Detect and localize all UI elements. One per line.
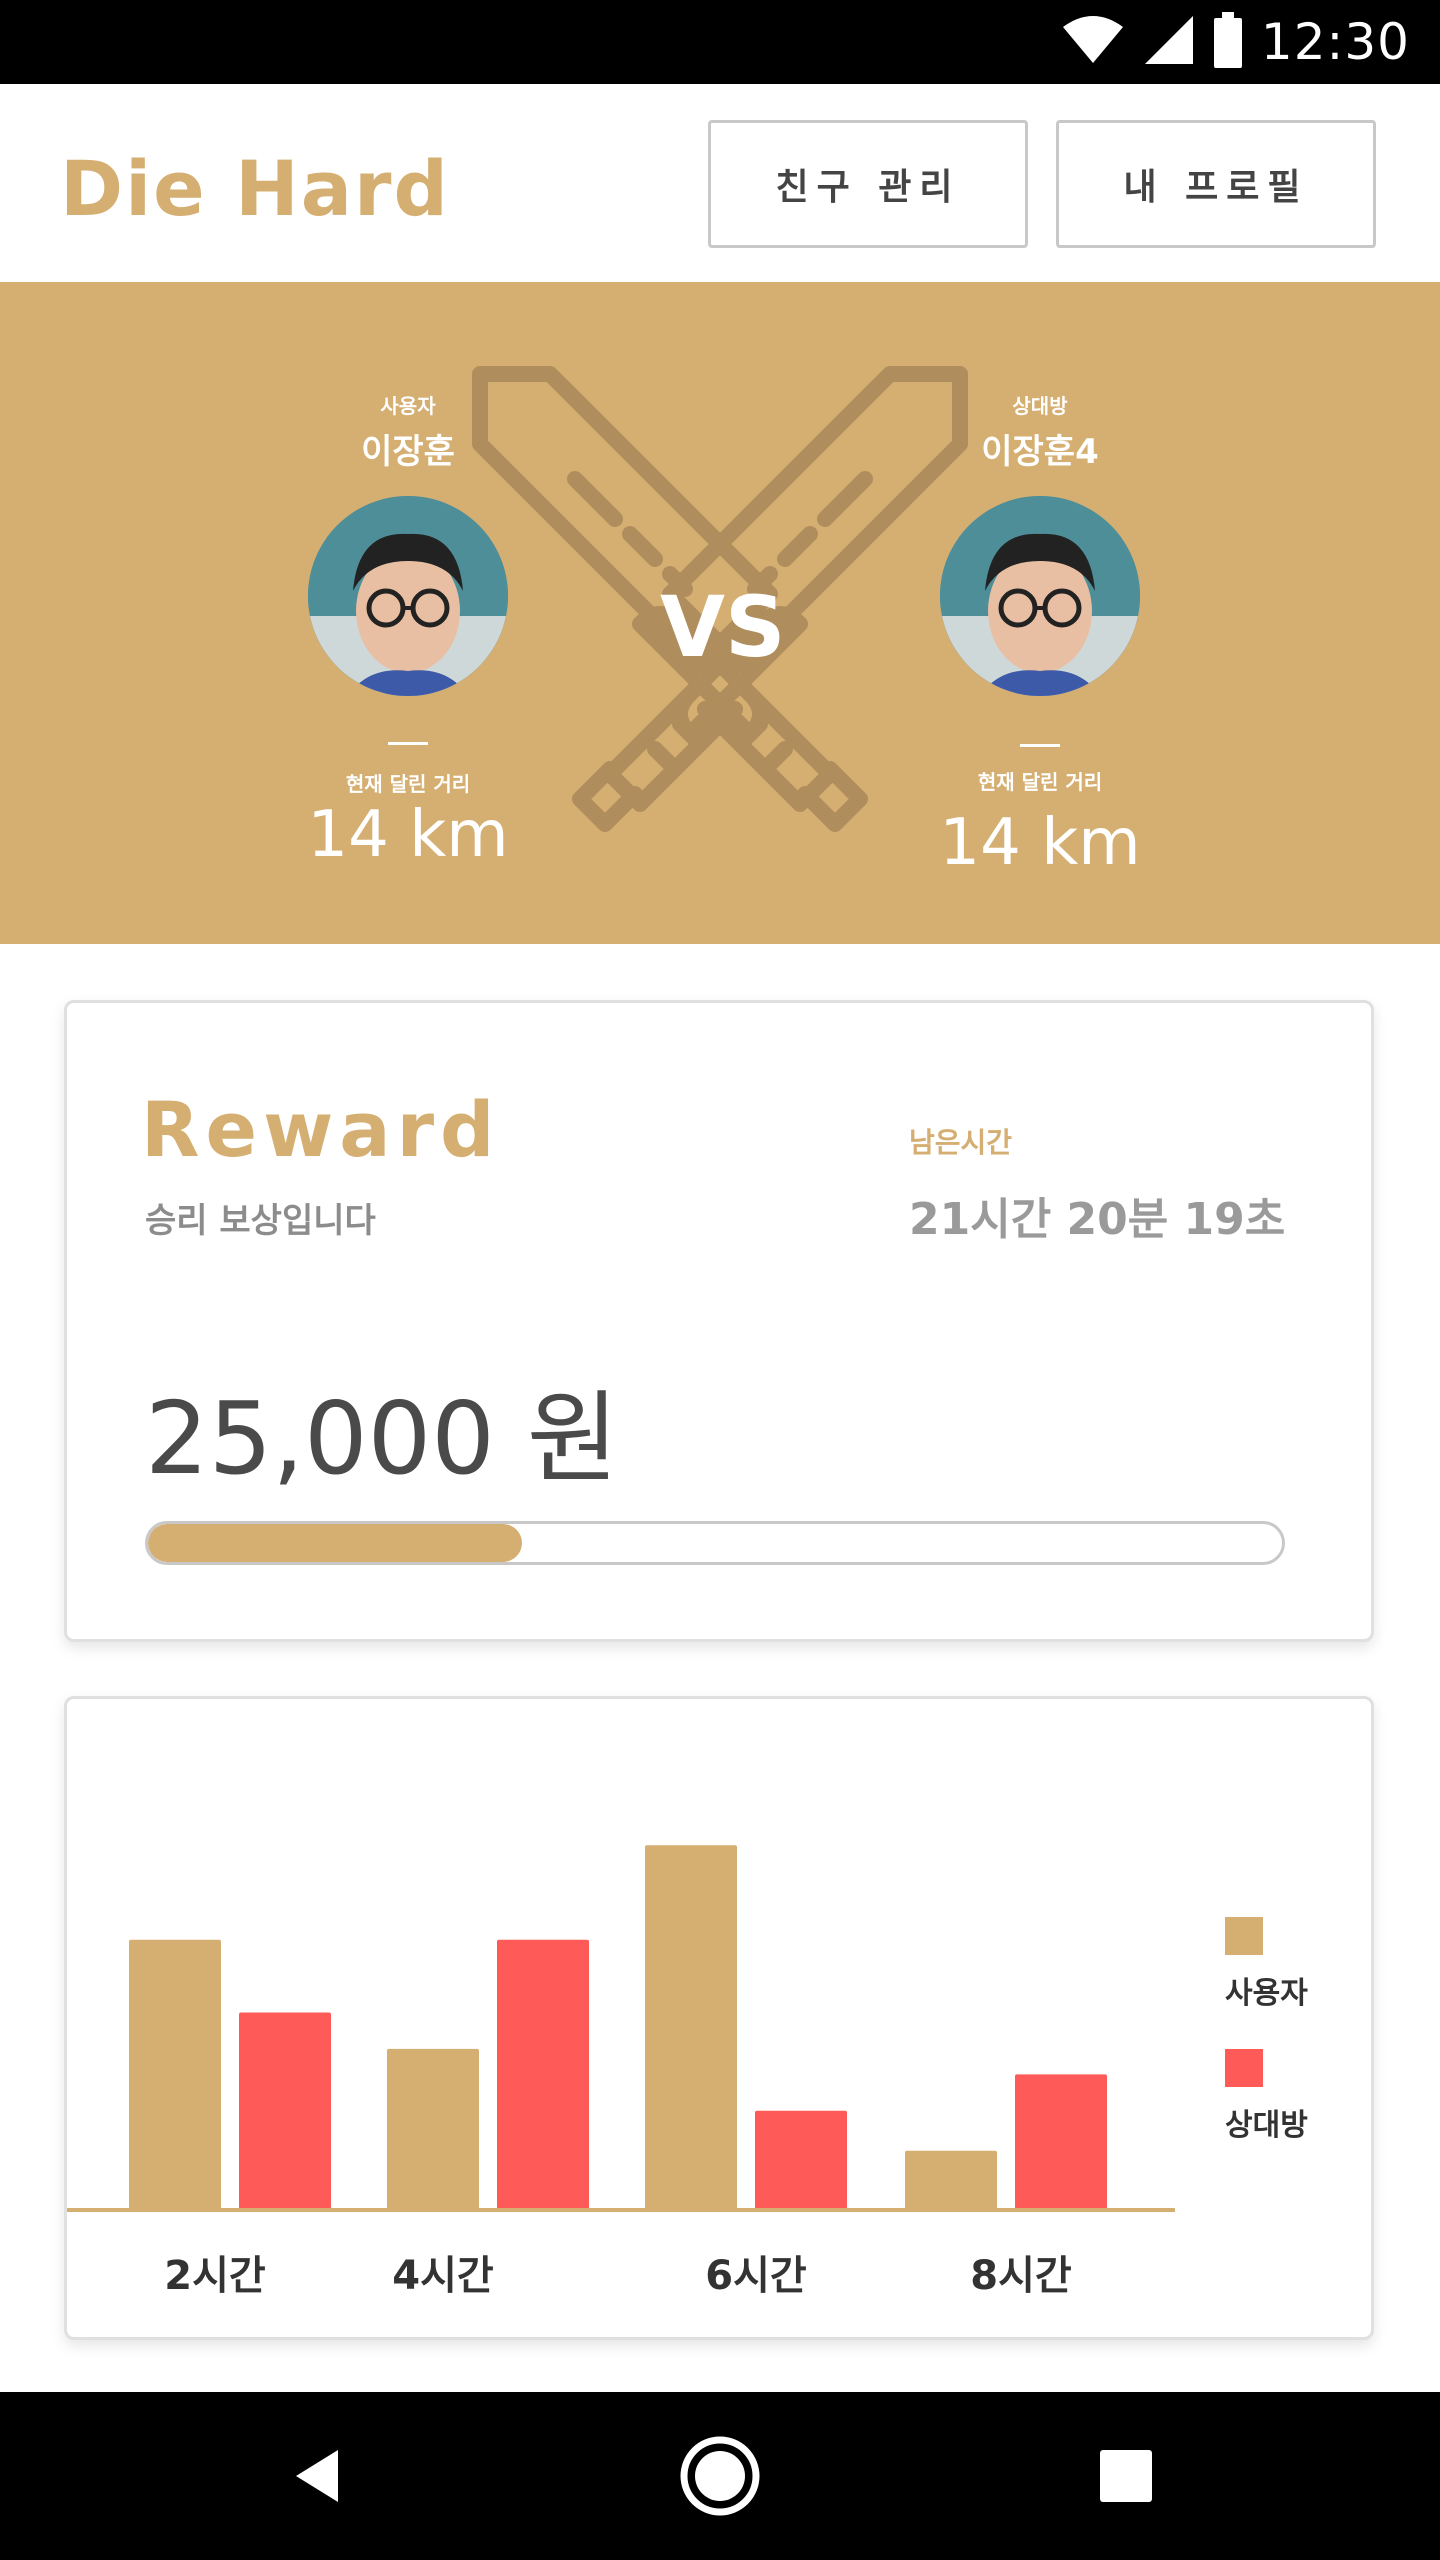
status-icons: 12:30 (1061, 0, 1410, 84)
x-tick-label: 2시간 (164, 2253, 266, 2299)
legend-label-opponent: 상대방 (1225, 2108, 1308, 2143)
distance-chart-card: 2시간 4시간 6시간 8시간 사용자상대방 (64, 1696, 1374, 2340)
opponent-role-label: 상대방 (1012, 394, 1068, 418)
user-distance-label: 현재 달린 거리 (345, 772, 471, 796)
app-header: Die Hard 친구 관리 내 프로필 (0, 84, 1440, 282)
reward-card: Reward 승리 보상입니다 남은시간 21시간 20분 19초 25,000… (64, 1000, 1374, 1642)
battery-icon (1213, 12, 1243, 72)
bar-user-1 (129, 1939, 221, 2209)
reward-progress-fill (148, 1524, 523, 1562)
recents-icon (1100, 2450, 1152, 2502)
home-icon (680, 2436, 760, 2516)
remaining-time-label: 남은시간 (909, 1126, 1013, 1159)
vs-label: VS (660, 578, 786, 676)
user-role-label: 사용자 (380, 394, 436, 418)
bar-user-2 (387, 2048, 479, 2209)
app-screen: 12:30 Die Hard 친구 관리 내 프로필 사용자 이장훈 현재 달린… (0, 0, 1440, 2560)
x-tick-label: 8시간 (970, 2253, 1072, 2299)
legend-label-user: 사용자 (1225, 1976, 1308, 2011)
bar-opponent-2 (497, 1939, 589, 2209)
my-profile-button[interactable]: 내 프로필 (1056, 120, 1376, 248)
reward-title: Reward (141, 1085, 501, 1174)
user-avatar[interactable] (308, 496, 508, 696)
bar-user-3 (645, 1845, 737, 2209)
system-nav-bar (0, 2392, 1440, 2560)
opponent-divider (1020, 744, 1060, 747)
versus-banner: 사용자 이장훈 현재 달린 거리 14 km VS 상대방 이장훈4 현재 달린… (0, 282, 1440, 944)
distance-bar-chart: 2시간 4시간 6시간 8시간 사용자상대방 (67, 1845, 1308, 2299)
bar-opponent-3 (755, 2110, 847, 2209)
wifi-icon (1061, 15, 1125, 69)
reward-subtitle: 승리 보상입니다 (145, 1201, 376, 1241)
x-tick-label: 6시간 (705, 2253, 807, 2299)
opponent-distance-label: 현재 달린 거리 (977, 770, 1103, 794)
app-logo: Die Hard (60, 144, 450, 233)
opponent-distance: 14 km (939, 806, 1141, 880)
opponent-avatar[interactable] (940, 496, 1140, 696)
legend-swatch-opponent (1225, 2049, 1263, 2087)
bar-opponent-4 (1015, 2074, 1107, 2209)
manage-friends-button[interactable]: 친구 관리 (708, 120, 1028, 248)
x-tick-label: 4시간 (392, 2253, 494, 2299)
legend-swatch-user (1225, 1917, 1263, 1955)
user-distance: 14 km (307, 798, 509, 872)
signal-icon (1143, 14, 1195, 70)
user-divider (388, 742, 428, 745)
opponent-name: 이장훈4 (981, 432, 1099, 472)
recents-button[interactable] (1066, 2392, 1186, 2560)
back-icon (296, 2450, 338, 2502)
status-bar: 12:30 (0, 0, 1440, 84)
back-button[interactable] (258, 2392, 378, 2560)
bar-user-4 (905, 2150, 997, 2209)
bar-opponent-1 (239, 2012, 331, 2209)
home-button[interactable] (660, 2392, 780, 2560)
reward-amount: 25,000 원 (145, 1380, 619, 1497)
user-name: 이장훈 (361, 432, 455, 472)
remaining-time-value: 21시간 20분 19초 (909, 1194, 1286, 1245)
reward-progress-bar (145, 1521, 1285, 1565)
status-time: 12:30 (1260, 13, 1410, 71)
